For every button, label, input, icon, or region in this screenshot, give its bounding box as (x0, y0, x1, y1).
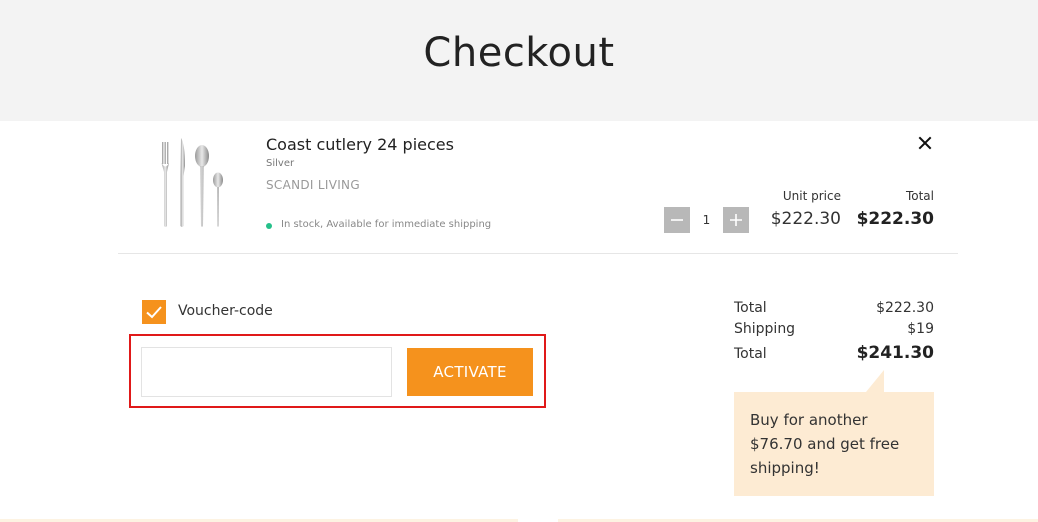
quantity-decrease-button[interactable] (664, 207, 690, 233)
minus-icon (671, 219, 683, 221)
product-brand: SCANDI LIVING (266, 178, 360, 192)
remove-item-button[interactable] (915, 133, 935, 153)
summary-subtotal-label: Total (734, 300, 767, 316)
product-variant: Silver (266, 158, 295, 169)
quantity-value[interactable]: 1 (690, 207, 723, 233)
note-tail (866, 370, 884, 392)
voucher-code-input[interactable] (141, 347, 392, 397)
stock-status: In stock, Available for immediate shippi… (281, 219, 492, 230)
plus-icon (730, 214, 742, 226)
checkmark-icon (146, 306, 162, 319)
product-name[interactable]: Coast cutlery 24 pieces (266, 135, 454, 154)
quantity-increase-button[interactable] (723, 207, 749, 233)
page-header: Checkout (0, 0, 1038, 121)
item-total-label: Total (905, 189, 934, 203)
unit-price-label: Unit price (782, 189, 841, 203)
unit-price-value: $222.30 (770, 209, 841, 229)
activate-button[interactable]: ACTIVATE (407, 348, 533, 396)
summary-shipping-value: $19 (907, 321, 934, 337)
item-total-value: $222.30 (856, 209, 934, 229)
summary-shipping-label: Shipping (734, 321, 796, 337)
close-icon (918, 136, 932, 150)
voucher-checkbox[interactable] (142, 300, 166, 324)
in-stock-indicator-icon (266, 223, 272, 229)
product-image (150, 136, 230, 232)
free-shipping-note: Buy for another $76.70 and get free ship… (734, 392, 934, 496)
cutlery-icon (161, 138, 223, 227)
summary-total-label: Total (734, 346, 767, 362)
summary-total-value: $241.30 (856, 343, 934, 363)
divider (118, 253, 958, 254)
summary-subtotal-value: $222.30 (876, 300, 934, 316)
page-title: Checkout (423, 30, 615, 76)
voucher-label: Voucher-code (178, 303, 273, 319)
